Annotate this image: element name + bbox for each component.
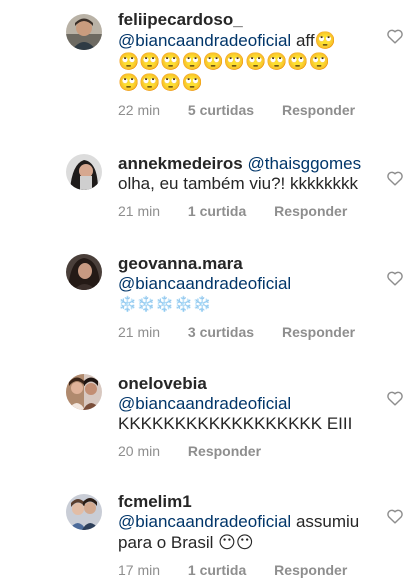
comment-mention[interactable]: @biancaandradeoficial [118,512,291,531]
comment-text: olha, eu também viu?! kkkkkkkk [118,174,358,193]
heart-outline-icon[interactable] [386,28,404,44]
comment-text: para o Brasil [118,533,219,552]
comment-text: KKKKKKKKKKKKKKKKKK EIII [118,414,353,433]
heart-outline-icon[interactable] [386,270,404,286]
comment-body: onelovebia @biancaandradeoficial KKKKKKK… [118,374,377,460]
comment-mention[interactable]: @biancaandradeoficial [118,31,291,50]
comment-meta: 20 min Responder [118,442,377,460]
comment-time: 21 min [118,203,161,219]
comment-mention[interactable]: @thaisggomes [247,154,361,173]
comment-item: annekmedeiros @thaisggomes olha, eu tamb… [0,140,417,230]
comment-meta: 17 min 1 curtida Responder [118,561,377,579]
avatar[interactable] [66,494,102,530]
comment-emoji-line: 🙄🙄🙄🙄 [118,73,203,92]
comment-mention[interactable]: @biancaandradeoficial [118,274,291,293]
comment-time: 22 min [118,102,161,118]
avatar[interactable] [66,14,102,50]
comment-emoji-line: 🙄🙄🙄🙄🙄🙄🙄🙄🙄🙄 [118,52,330,71]
comment-text: aff [291,31,315,50]
avatar[interactable] [66,374,102,410]
comment-emoji: 🙄 [314,31,336,50]
comment-time: 21 min [118,324,161,340]
avatar[interactable] [66,154,102,190]
comment-meta: 21 min 1 curtida Responder [118,202,377,220]
comment-emoji: 😶😶 [218,533,254,552]
comment-likes[interactable]: 5 curtidas [188,101,254,119]
comment-username[interactable]: annekmedeiros [118,154,243,173]
reply-button[interactable]: Responder [282,323,355,341]
comment-body: fcmelim1 @biancaandradeoficial assumiu p… [118,492,377,579]
comment-meta: 21 min 3 curtidas Responder [118,323,377,341]
comment-likes[interactable]: 1 curtida [188,561,246,579]
comment-body: annekmedeiros @thaisggomes olha, eu tamb… [118,154,377,220]
comment-mention[interactable]: @biancaandradeoficial [118,394,291,413]
comment-username[interactable]: onelovebia [118,374,207,393]
comment-likes[interactable]: 1 curtida [188,202,246,220]
comment-time: 17 min [118,562,161,578]
comment-item: onelovebia @biancaandradeoficial KKKKKKK… [0,360,417,470]
comment-item: feliipecardoso_ @biancaandradeoficial af… [0,0,417,130]
heart-outline-icon[interactable] [386,170,404,186]
comment-username[interactable]: fcmelim1 [118,492,192,511]
comment-likes[interactable]: 3 curtidas [188,323,254,341]
comment-time: 20 min [118,443,161,459]
comment-text: assumiu [291,512,360,531]
reply-button[interactable]: Responder [282,101,355,119]
comment-body: feliipecardoso_ @biancaandradeoficial af… [118,10,377,119]
heart-outline-icon[interactable] [386,508,404,524]
comment-username[interactable]: feliipecardoso_ [118,10,243,29]
comment-list: feliipecardoso_ @biancaandradeoficial af… [0,0,417,585]
comment-meta: 22 min 5 curtidas Responder [118,101,377,119]
reply-button[interactable]: Responder [274,561,347,579]
reply-button[interactable]: Responder [188,442,261,460]
avatar[interactable] [66,254,102,290]
comment-emoji-line: ❄️❄️❄️❄️❄️ [118,296,212,313]
comment-item: geovanna.mara @biancaandradeoficial ❄️❄️… [0,240,417,350]
reply-button[interactable]: Responder [274,202,347,220]
comment-item: fcmelim1 @biancaandradeoficial assumiu p… [0,478,417,585]
comment-body: geovanna.mara @biancaandradeoficial ❄️❄️… [118,254,377,341]
comment-username[interactable]: geovanna.mara [118,254,243,273]
heart-outline-icon[interactable] [386,390,404,406]
